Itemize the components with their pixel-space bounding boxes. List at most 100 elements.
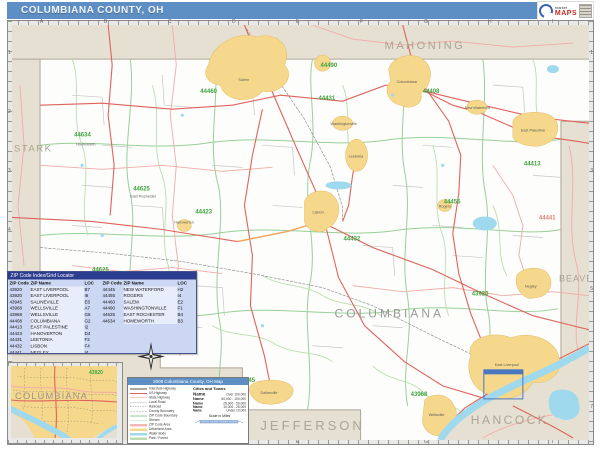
logo-map-thumbnail [579, 4, 592, 18]
inset-canvas: 43920 COLUMBIANA [11, 366, 117, 438]
town-label: East Palestine [521, 128, 545, 132]
inset-city-label: COLUMBIANA [15, 391, 88, 402]
zip-cell: 44634 [103, 318, 124, 324]
zip-label: 44413 [524, 161, 541, 167]
inset-zip-label: 43920 [89, 370, 103, 376]
town-label: Leetonia [349, 154, 364, 158]
grid-row-label: 5 [590, 287, 593, 292]
town-label: East Rochester [130, 194, 157, 198]
legend-swatch-zip-boundary [130, 414, 147, 417]
legend-swatch-park [130, 437, 147, 440]
town-label: East Liverpool [495, 363, 519, 367]
town-label: Salineville [260, 391, 277, 395]
grid-col-label: I [552, 440, 553, 445]
grid-col-label: E [296, 440, 299, 445]
city-class-range: 50,000 - 100,000 [221, 398, 246, 402]
town-label: Negley [525, 285, 537, 289]
grid-row-label: 3 [590, 169, 593, 174]
map-page: COLUMBIANA COUNTY, OH market MAPS A B C … [0, 0, 600, 450]
zip-table-left-column: ZIP CodeZIP NameLOC 43920EAST LIVERPOOLB… [10, 280, 99, 354]
label-mahoning: MAHONING [385, 40, 466, 52]
legend-item-label: ZIP Code Area [149, 423, 170, 427]
loc-cell: B3 [178, 318, 192, 324]
county-name-label: COLUMBIANA [335, 307, 444, 321]
grid-row-label: 1 [590, 51, 593, 56]
zip-label: 43920 [472, 292, 489, 298]
town-label: Rogers [439, 204, 451, 208]
legend-swatch-interstate [130, 387, 147, 390]
legend-swatch-county-boundary [130, 410, 147, 413]
legend-swatch-water [130, 432, 147, 435]
west-point-lake [473, 216, 497, 230]
legend-item-label: Local Road [149, 401, 165, 405]
grid-row-label: 7 [590, 405, 593, 410]
brand-logo: market MAPS [537, 1, 594, 21]
grid-col-label: G [424, 440, 428, 445]
legend-swatch-zip-area [130, 423, 147, 426]
guilford-lake [326, 181, 352, 189]
town-label: Wellsville [429, 413, 445, 417]
city-class-range: Over 100,000 [226, 393, 246, 397]
inset-ruler-bottom [8, 440, 120, 443]
inset-city-map: 43920 COLUMBIANA [7, 362, 123, 444]
loc-cell: I4 [85, 349, 99, 354]
city-class-sample: Name [193, 409, 202, 413]
label-stark: STARK [14, 143, 52, 154]
zip-label: 44431 [319, 96, 336, 102]
name-cell: HOMEWORTH [124, 318, 178, 324]
legend-item-label: Stream [149, 419, 159, 423]
town-label: Columbiana [397, 80, 418, 84]
town-label: Homeworth [76, 142, 95, 146]
legend-item-label: Interstate Highway [149, 387, 176, 391]
logo-name: MAPS [555, 10, 577, 17]
city-class-range: Under 10,000 [226, 409, 246, 413]
legend-swatch-railroad [130, 405, 147, 408]
legend-swatch-local-road [130, 401, 147, 404]
legend-item-label: County Boundary [149, 410, 174, 414]
compass-rose-icon [136, 341, 166, 373]
page-title: COLUMBIANA COUNTY, OH [7, 5, 164, 16]
label-jefferson: JEFFERSON [260, 418, 364, 433]
grid-row-label: 1 [8, 51, 11, 56]
name-cell: NEGLEY [31, 349, 85, 354]
zip-label: 44460 [200, 89, 217, 95]
logo-text: market MAPS [555, 6, 577, 17]
legend-swatch-state-highway [130, 396, 147, 399]
label-hancock: HANCOCK [471, 413, 549, 427]
grid-row-label: 4 [8, 228, 11, 233]
legend-swatch-urban-area [130, 428, 147, 431]
zip-label: 44408 [423, 89, 440, 95]
zip-label: 44490 [321, 63, 338, 69]
legend-cities-title: Cities and Towns [193, 387, 246, 392]
ruler-right [589, 21, 593, 442]
legend-symbols-column: Interstate Highway US Highway State High… [130, 387, 189, 441]
grid-row-label: 2 [8, 110, 11, 115]
zip-code-index-table: ZIP Code Index/Grid Locator ZIP CodeZIP … [7, 271, 197, 354]
title-banner: COLUMBIANA COUNTY, OH [7, 2, 543, 19]
zip-label: 43968 [411, 392, 428, 398]
label-beaver: BEAVER [559, 274, 589, 284]
zip-cell: 44441 [10, 349, 31, 354]
legend-swatch-stream [130, 419, 147, 422]
town-label: Lisbon [313, 210, 324, 214]
grid-row-label: 3 [8, 169, 11, 174]
zip-label: 44432 [344, 237, 361, 243]
town-label: Salem [238, 78, 249, 82]
zip-label: 44634 [74, 132, 91, 138]
scale-bar-label: Scale in Miles [193, 415, 246, 419]
scale-bar [193, 419, 245, 425]
legend-item-label: US Highway [149, 392, 167, 396]
town-label: Washingtonville [331, 122, 357, 126]
legend-item-label: State Highway [149, 396, 170, 400]
legend-item-label: Railroad [149, 405, 161, 409]
zip-label: 44441 [539, 215, 556, 221]
map-legend: 2008 Columbiana County, OH Map Interstat… [127, 377, 249, 444]
zip-label: 44423 [195, 209, 212, 215]
town-label: New Waterford [465, 106, 490, 110]
zip-label: 44625 [133, 186, 150, 192]
legend-title: 2008 Columbiana County, OH Map [128, 378, 248, 385]
legend-item-label: Water Body [149, 432, 166, 436]
legend-swatch-us-highway [130, 392, 147, 395]
legend-item-label: Urbanized Area [149, 428, 171, 432]
logo-swoosh-icon [537, 2, 556, 21]
